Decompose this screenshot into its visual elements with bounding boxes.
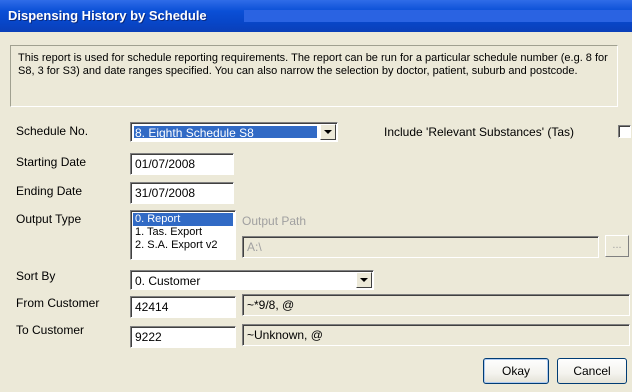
output-type-option-tas-export[interactable]: 1. Tas. Export <box>133 226 233 239</box>
ending-date-label: Ending Date <box>16 184 83 198</box>
to-customer-label: To Customer <box>16 323 85 337</box>
title-bar-fill <box>244 10 632 22</box>
from-customer-label: From Customer <box>16 296 100 310</box>
schedule-value: 8. Eighth Schedule S8 <box>134 126 317 138</box>
schedule-select[interactable]: 8. Eighth Schedule S8 <box>130 122 338 142</box>
output-type-label: Output Type <box>16 212 82 226</box>
chevron-down-icon <box>324 130 332 134</box>
title-bar: Dispensing History by Schedule <box>0 0 632 32</box>
browse-button[interactable]: ... <box>605 235 629 257</box>
chevron-down-icon <box>360 278 368 282</box>
sort-by-select[interactable]: 0. Customer <box>130 270 374 290</box>
to-customer-code-input[interactable]: 9222 <box>130 326 236 348</box>
ending-date-input[interactable]: 31/07/2008 <box>130 182 234 204</box>
description-panel: This report is used for schedule reporti… <box>10 45 618 107</box>
output-type-option-report[interactable]: 0. Report <box>133 213 233 226</box>
output-type-list[interactable]: 0. Report 1. Tas. Export 2. S.A. Export … <box>130 210 236 260</box>
starting-date-input[interactable]: 01/07/2008 <box>130 153 234 175</box>
output-path-label: Output Path <box>242 214 307 228</box>
sort-by-value: 0. Customer <box>135 274 201 286</box>
window-title: Dispensing History by Schedule <box>8 8 207 23</box>
relevant-substances-label: Include 'Relevant Substances' (Tas) <box>384 125 575 139</box>
starting-date-label: Starting Date <box>16 155 87 169</box>
cancel-button[interactable]: Cancel <box>557 358 627 384</box>
schedule-label: Schedule No. <box>16 124 89 138</box>
from-customer-code-input[interactable]: 42414 <box>130 296 236 318</box>
relevant-substances-checkbox[interactable] <box>618 125 631 138</box>
to-customer-name-field: ~Unknown, @ <box>242 324 630 346</box>
sort-by-label: Sort By <box>16 269 56 283</box>
okay-button[interactable]: Okay <box>483 358 549 384</box>
schedule-dropdown-button[interactable] <box>320 124 336 140</box>
from-customer-name-field: ~*9/8, @ <box>242 294 630 316</box>
output-path-input[interactable]: A:\ <box>242 236 599 258</box>
output-type-option-sa-export[interactable]: 2. S.A. Export v2 <box>133 239 233 252</box>
sort-by-dropdown-button[interactable] <box>356 272 372 288</box>
